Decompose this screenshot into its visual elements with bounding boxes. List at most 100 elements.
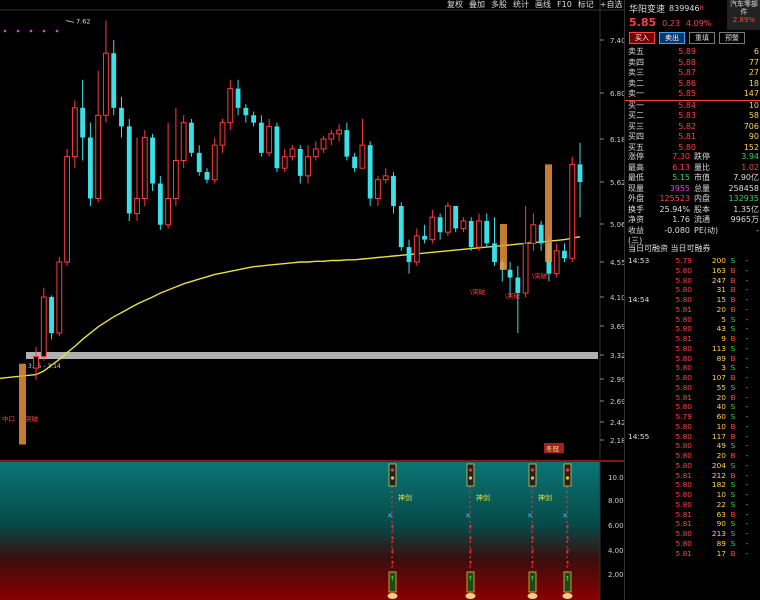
toolbar-add-watchlist[interactable]: +自选 <box>597 0 626 10</box>
tick-direction: B <box>730 295 736 304</box>
candle-body <box>515 277 521 294</box>
tick-time <box>625 276 666 286</box>
stat-value: 9965万 <box>730 215 759 224</box>
tick-time <box>625 363 666 373</box>
candle[interactable] <box>141 130 148 206</box>
candle-body <box>522 242 529 294</box>
orderbook-price: 5.85 <box>678 89 696 98</box>
toolbar-diejia[interactable]: 叠加 <box>466 0 488 10</box>
tick-dash: - <box>745 373 749 382</box>
candle-body <box>352 156 358 169</box>
candle-body <box>538 224 544 244</box>
candle-body <box>297 148 303 176</box>
signal-arrow-icon: ✕ <box>527 512 533 520</box>
tick-row: 5.80 40 S - <box>625 402 760 412</box>
tick-direction: S <box>730 490 736 499</box>
candle-body <box>281 156 288 169</box>
candle[interactable] <box>398 202 404 251</box>
candle[interactable] <box>189 118 194 157</box>
alert-button[interactable]: 预警 <box>719 32 745 44</box>
tick-time <box>625 529 666 539</box>
candle-body <box>492 243 497 262</box>
stat-value: 7.90亿 <box>733 173 759 182</box>
signal-base-icon <box>465 593 476 599</box>
candle[interactable] <box>453 206 459 233</box>
orderbook-row[interactable]: 买四 5.81 90 <box>625 132 760 143</box>
refill-button[interactable]: 重填 <box>689 32 715 44</box>
tick-dash: - <box>745 509 749 519</box>
candle[interactable] <box>444 202 451 236</box>
breakout-label: \突破 <box>505 291 521 300</box>
tick-volume: 49 <box>716 441 726 451</box>
breakout-label: \突破 <box>532 271 548 280</box>
tick-direction: S <box>730 256 736 265</box>
tick-dash: - <box>745 304 749 314</box>
candle-body <box>71 107 78 158</box>
buy-button[interactable]: 买入 <box>629 32 655 44</box>
candle[interactable] <box>180 115 187 169</box>
orderbook-row[interactable]: 买三 5.82 706 <box>625 122 760 133</box>
tick-time <box>625 315 666 325</box>
candle[interactable] <box>126 118 132 221</box>
y-tick-label: 6.80 <box>610 90 624 98</box>
tick-volume: 182 <box>711 480 726 490</box>
stats-row: 外盘 125523 内盘 132935 <box>625 194 760 205</box>
tick-direction: S <box>730 519 736 529</box>
tick-volume: 200 <box>711 256 726 265</box>
stat-label: 跌停 <box>694 152 710 161</box>
candle[interactable] <box>367 141 373 206</box>
candle[interactable] <box>64 148 70 266</box>
toolbar-fuquan[interactable]: 复权 <box>444 0 466 10</box>
tick-direction: S <box>730 529 736 538</box>
candle[interactable] <box>150 133 155 191</box>
tick-time: 14:55 <box>628 431 650 441</box>
tick-volume: 20 <box>716 451 726 460</box>
candle[interactable] <box>56 256 63 337</box>
tick-direction: S <box>730 343 736 353</box>
tick-row: 5.80 247 B - <box>625 276 760 286</box>
tick-row: 5.80 113 S - <box>625 344 760 354</box>
tick-dash: - <box>745 392 749 402</box>
candle[interactable] <box>157 175 163 230</box>
candle[interactable] <box>274 122 280 173</box>
toolbar-tongji[interactable]: 统计 <box>510 0 532 10</box>
lower-tick-label: 4.00 <box>608 547 624 555</box>
orderbook-row[interactable]: 卖四 5.88 77 <box>625 58 760 69</box>
orderbook-row[interactable]: 卖三 5.87 27 <box>625 68 760 79</box>
candle[interactable] <box>49 295 54 340</box>
candlestick-chart[interactable]: 7.40 6.80 6.18 5.62 5.06 4.55 4.10 3.69 3.32 2.99… <box>0 0 624 600</box>
tick-volume: 31 <box>716 285 726 295</box>
orderbook-row[interactable]: 卖一 5.85 147 <box>625 89 760 100</box>
tick-volume: 5 <box>721 314 726 324</box>
candle-body <box>312 148 319 158</box>
orderbook-row[interactable]: 卖二 5.86 18 <box>625 79 760 90</box>
orderbook-row[interactable]: 买一 5.84 10 <box>625 101 760 112</box>
signal-bar <box>19 363 26 445</box>
orderbook-row[interactable]: 卖五 5.89 6 <box>625 47 760 58</box>
tick-dash: - <box>745 295 749 304</box>
tick-row: 5.80 49 S - <box>625 441 760 451</box>
candle[interactable] <box>40 287 47 361</box>
candle-body <box>235 88 241 108</box>
tick-direction: B <box>730 470 736 480</box>
tick-time <box>625 539 666 549</box>
orderbook-price: 5.84 <box>678 100 696 110</box>
tick-direction: S <box>730 480 736 490</box>
toolbar-huaxian[interactable]: 画线 <box>532 0 554 10</box>
up-arrow-icon: ↑ <box>565 548 571 556</box>
tick-volume: 9 <box>721 334 726 343</box>
stats-row: 最低 5.15 市值 7.90亿 <box>625 173 760 184</box>
candle[interactable] <box>468 217 474 251</box>
orderbook-row[interactable]: 买二 5.83 58 <box>625 111 760 122</box>
toolbar-biaoji[interactable]: 标记 <box>575 0 597 10</box>
orderbook-price: 5.88 <box>678 57 696 67</box>
tick-list[interactable]: 14:53 5.79 200 S -5.80 163 B -5.80 247 B -5.80 31 B -… <box>625 256 760 558</box>
candle[interactable] <box>569 156 576 262</box>
last-price: 5.85 <box>629 16 657 29</box>
toolbar-duogu[interactable]: 多股 <box>488 0 510 10</box>
tick-dash: - <box>745 538 749 548</box>
sector-box[interactable]: 汽车零部件 2.89% <box>727 0 760 30</box>
sell-button[interactable]: 卖出 <box>659 32 685 44</box>
toolbar-f10[interactable]: F10 <box>554 0 575 10</box>
tick-dash: - <box>745 363 749 373</box>
